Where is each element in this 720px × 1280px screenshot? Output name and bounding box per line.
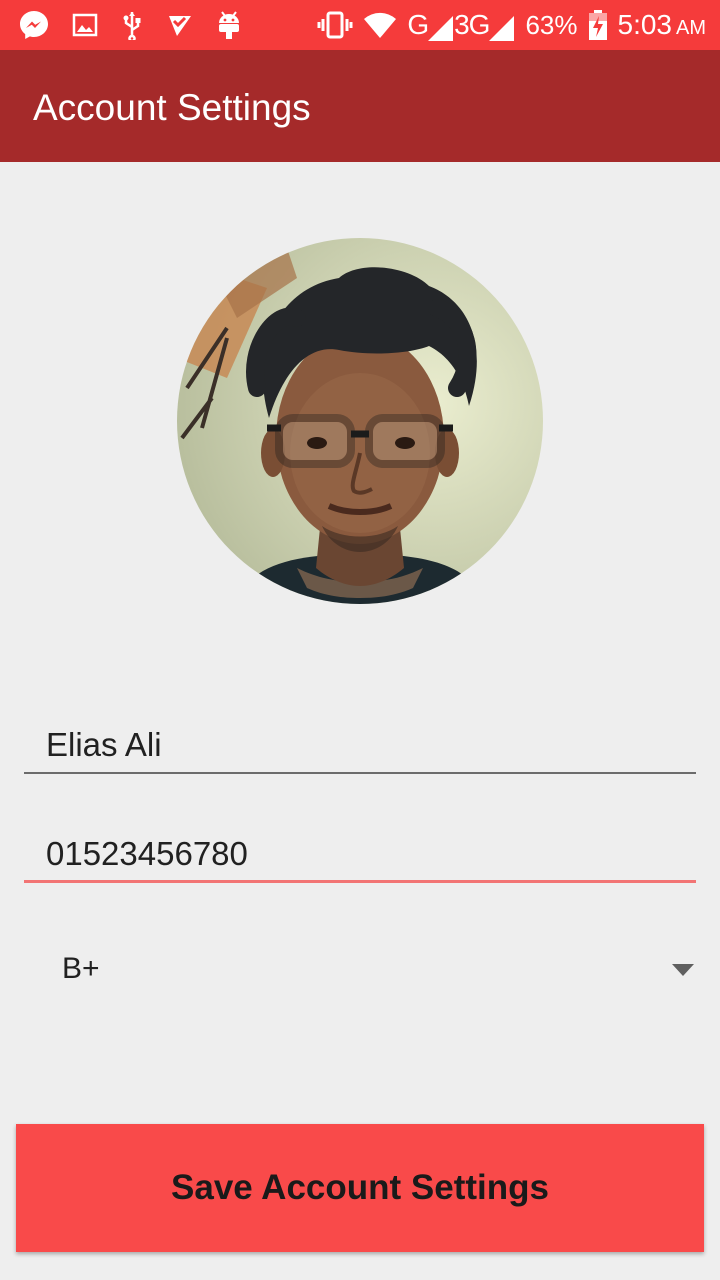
dropdown-arrow-icon xyxy=(672,963,694,981)
system-indicators: G 3G 63% 5:03 AM xyxy=(317,6,706,44)
messenger-icon xyxy=(18,9,50,41)
page-title: Account Settings xyxy=(33,87,311,128)
account-settings-screen: G 3G 63% 5:03 AM Account Settings Elias … xyxy=(0,0,720,1280)
blood-group-value: B+ xyxy=(62,952,100,985)
name-input[interactable] xyxy=(24,718,696,774)
clock: 5:03 AM xyxy=(618,9,707,41)
blood-group-spinner[interactable]: B+ xyxy=(24,940,700,1000)
signal-icon xyxy=(428,16,454,41)
phone-input[interactable] xyxy=(24,827,696,883)
clock-ampm: AM xyxy=(676,17,706,39)
usb-icon xyxy=(120,10,144,40)
clock-time: 5:03 xyxy=(617,9,673,40)
signal-icon-2 xyxy=(489,16,515,41)
wifi-icon xyxy=(363,11,397,39)
phone-field-container xyxy=(24,827,696,883)
battery-charging-icon xyxy=(588,9,608,41)
name-field-container xyxy=(24,718,696,774)
app-bar: Account Settings xyxy=(0,50,720,162)
profile-avatar[interactable] xyxy=(177,238,543,604)
checklist-icon xyxy=(166,11,194,39)
battery-percent: 63% xyxy=(525,9,578,40)
network-type-label: G xyxy=(407,9,429,40)
network-indicator: G 3G xyxy=(407,9,515,41)
notification-icons xyxy=(18,8,242,42)
android-icon xyxy=(216,10,242,40)
gallery-icon xyxy=(72,12,98,38)
vibrate-icon xyxy=(317,11,353,39)
status-bar: G 3G 63% 5:03 AM xyxy=(0,0,720,50)
network-type-label-3g: 3G xyxy=(454,9,490,40)
save-account-settings-button[interactable]: Save Account Settings xyxy=(16,1124,704,1252)
